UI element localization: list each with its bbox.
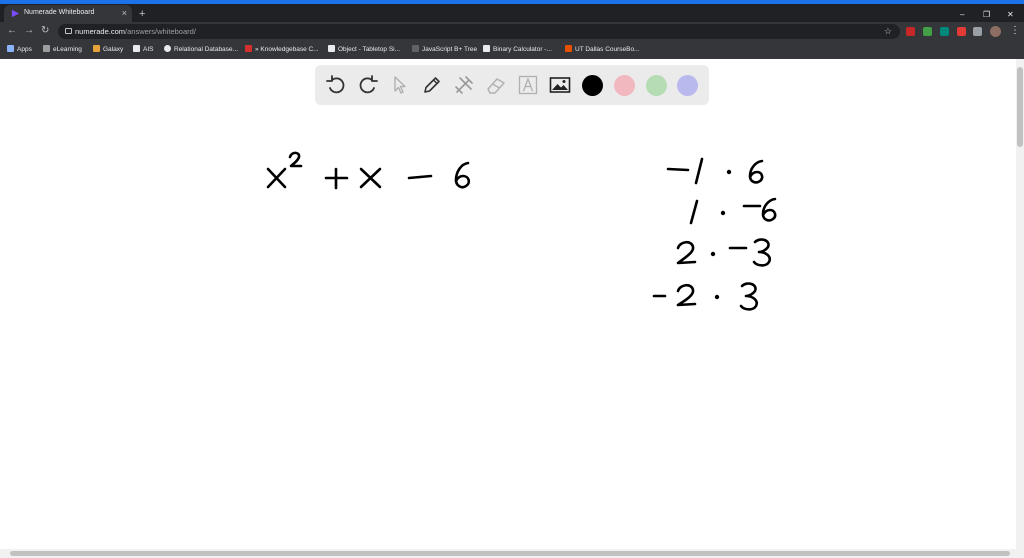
pointer-icon[interactable]: [389, 74, 411, 96]
whiteboard-toolbar: [315, 65, 709, 105]
knowledgebase-icon: [245, 45, 252, 52]
reload-icon[interactable]: ↻: [41, 25, 49, 37]
color-swatch-green[interactable]: [646, 75, 667, 96]
lock-icon: [65, 28, 72, 34]
github-icon: [164, 45, 171, 52]
color-swatch-black[interactable]: [582, 75, 603, 96]
minimize-button[interactable]: –: [960, 10, 964, 19]
tab-close-icon[interactable]: ×: [122, 8, 127, 18]
color-swatch-pink[interactable]: [614, 75, 635, 96]
text-icon[interactable]: [517, 74, 539, 96]
new-tab-button[interactable]: +: [139, 9, 145, 20]
galaxy-icon: [93, 45, 100, 52]
redo-icon[interactable]: [357, 74, 379, 96]
tab-strip: Numerade Whiteboard × + – ❐ ✕: [0, 4, 1024, 22]
elearning-icon: [43, 45, 50, 52]
numerade-favicon-icon: [11, 9, 20, 18]
chrome-menu-icon[interactable]: ⋮: [1010, 25, 1020, 37]
calculator-icon: [483, 45, 490, 52]
bookmark-utd-coursebook[interactable]: UT Dallas CourseBo...: [565, 45, 640, 53]
bookmark-binary-calculator[interactable]: Binary Calculator -...: [483, 45, 552, 53]
screencast-extension-icon[interactable]: [940, 27, 949, 36]
tools-icon[interactable]: [453, 74, 475, 96]
bookmark-tabletop[interactable]: Object - Tabletop Si...: [328, 45, 400, 53]
tabletop-icon: [328, 45, 335, 52]
undo-icon[interactable]: [325, 74, 347, 96]
tool-extension-icon[interactable]: [957, 27, 966, 36]
address-bar[interactable]: numerade.com/answers/whiteboard/ ☆: [58, 24, 900, 39]
bookmark-elearning[interactable]: eLearning: [43, 45, 82, 53]
monitor-extension-icon[interactable]: [923, 27, 932, 36]
bookmark-relational-database[interactable]: Relational Database...: [164, 45, 238, 53]
profile-avatar[interactable]: [990, 26, 1001, 37]
ais-icon: [133, 45, 140, 52]
bookmark-knowledgebase[interactable]: » Knowledgebase C...: [245, 45, 319, 53]
vertical-scrollbar[interactable]: [1016, 59, 1024, 549]
color-swatch-purple[interactable]: [677, 75, 698, 96]
extensions-puzzle-icon[interactable]: [973, 27, 982, 36]
back-arrow-icon[interactable]: ←: [7, 25, 17, 37]
pdf-extension-icon[interactable]: [906, 27, 915, 36]
pencil-icon[interactable]: [421, 74, 443, 96]
bookmark-ais[interactable]: AIS: [133, 45, 153, 53]
forward-arrow-icon[interactable]: →: [24, 25, 34, 37]
utd-icon: [565, 45, 572, 52]
horizontal-scrollbar[interactable]: [0, 549, 1024, 558]
eraser-icon[interactable]: [485, 74, 507, 96]
browser-toolbar: ← → ↻ numerade.com/answers/whiteboard/ ☆…: [0, 22, 1024, 41]
bookmark-bplus-tree[interactable]: JavaScript B+ Tree: [412, 45, 477, 53]
close-window-button[interactable]: ✕: [1007, 10, 1014, 19]
url-text: numerade.com/answers/whiteboard/: [75, 27, 196, 36]
bookmark-star-icon[interactable]: ☆: [884, 26, 892, 37]
tab-numerade-whiteboard[interactable]: Numerade Whiteboard ×: [4, 5, 132, 22]
horizontal-scroll-thumb[interactable]: [10, 551, 1010, 556]
page-icon: [412, 45, 419, 52]
bookmark-galaxy[interactable]: Galaxy: [93, 45, 123, 53]
maximize-button[interactable]: ❐: [983, 10, 990, 19]
whiteboard-canvas[interactable]: [0, 59, 1016, 549]
image-icon[interactable]: [549, 74, 571, 96]
bookmark-apps[interactable]: Apps: [7, 45, 32, 53]
apps-grid-icon: [7, 45, 14, 52]
tab-title: Numerade Whiteboard: [24, 9, 95, 16]
bookmarks-bar: Apps eLearning Galaxy AIS Relational Dat…: [0, 41, 1024, 60]
vertical-scroll-thumb[interactable]: [1017, 67, 1023, 147]
